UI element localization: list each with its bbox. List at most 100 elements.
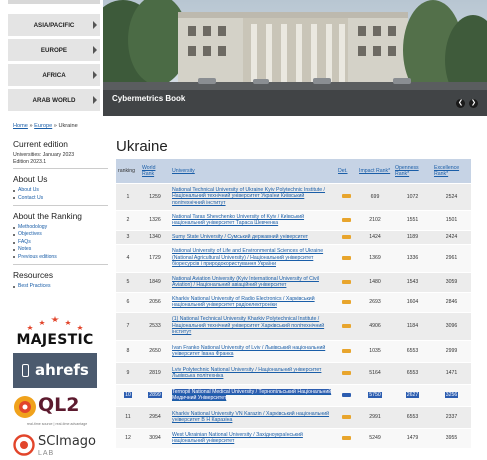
region-item-europe[interactable]: EUROPE: [8, 39, 100, 63]
link-label: Previous editions: [18, 253, 57, 260]
cell-det[interactable]: [336, 340, 357, 363]
column-header-university[interactable]: University: [170, 159, 336, 184]
column-header-impact-rank[interactable]: Impact Rank*: [357, 159, 393, 184]
region-item-africa[interactable]: AFRICA: [8, 64, 100, 88]
cell-ranking: 3: [116, 230, 140, 245]
university-link[interactable]: Ternopil National Medical University / Т…: [170, 384, 336, 407]
cell-ranking: 2: [116, 210, 140, 231]
chevron-left-icon[interactable]: ❮: [456, 99, 465, 108]
page-title: Ukraine: [116, 138, 168, 155]
table-row: 2 1326 National Taras Shevchenko Univers…: [116, 210, 471, 231]
breadcrumb-home-link[interactable]: Home: [13, 123, 28, 129]
current-edition-heading: Current edition: [13, 139, 68, 149]
university-link[interactable]: National University of Life and Environm…: [170, 244, 336, 273]
breadcrumb: Home » Europe » Ukraine: [13, 123, 78, 129]
sidebar-link-about-us[interactable]: About Us: [13, 187, 108, 194]
cell-openness-rank: 1543: [393, 272, 432, 293]
cell-det[interactable]: [336, 272, 357, 293]
details-flag-icon[interactable]: [342, 392, 351, 397]
details-flag-icon[interactable]: [342, 348, 351, 353]
sidebar-link-objectives[interactable]: Objectives: [13, 231, 108, 238]
column-header-world-rank[interactable]: World Rank: [140, 159, 170, 184]
details-flag-icon[interactable]: [342, 279, 351, 284]
university-link[interactable]: Ivan Franko National University of Lviv …: [170, 340, 336, 363]
sidebar-link-faqs[interactable]: FAQs: [13, 239, 108, 246]
cell-det[interactable]: [336, 384, 357, 407]
cell-excellence-rank: 2424: [432, 230, 471, 245]
column-header-openness-rank[interactable]: Openness Rank*: [393, 159, 432, 184]
ql2-logo[interactable]: QL2 real-time source | real-time advanta…: [13, 393, 101, 431]
cell-world-rank: 1849: [140, 272, 170, 293]
sidebar-link-notes[interactable]: Notes: [13, 246, 108, 253]
link-label: Best Practices: [18, 283, 51, 290]
cell-det[interactable]: [336, 210, 357, 231]
cell-impact-rank: 1424: [357, 230, 393, 245]
ranking-table: ranking World Rank University Det. Impac…: [116, 159, 471, 449]
chevron-right-icon: [93, 46, 97, 54]
sidebar-link-best-practices[interactable]: Best Practices: [13, 283, 108, 290]
majestic-logo[interactable]: MAJESTIC: [14, 314, 96, 350]
cell-world-rank: 1340: [140, 230, 170, 245]
details-flag-icon[interactable]: [342, 414, 351, 419]
sidebar-link-previous-editions[interactable]: Previous editions: [13, 254, 108, 261]
cell-det[interactable]: [336, 312, 357, 341]
cell-impact-rank: 5249: [357, 428, 393, 449]
about-us-heading: About Us: [13, 174, 48, 185]
cell-det[interactable]: [336, 183, 357, 211]
details-flag-icon[interactable]: [342, 299, 351, 304]
university-link[interactable]: National Technical University of Ukraine…: [170, 183, 336, 211]
university-link[interactable]: (1) National Technical University Kharki…: [170, 312, 336, 341]
details-flag-icon[interactable]: [342, 435, 351, 440]
university-link[interactable]: Lviv Polytechnic National University / Н…: [170, 362, 336, 385]
details-flag-icon[interactable]: [342, 255, 351, 260]
resources-list: Best Practices: [13, 283, 108, 290]
details-flag-icon[interactable]: [342, 370, 351, 375]
table-row: 4 1729 National University of Life and E…: [116, 244, 471, 273]
cell-impact-rank: 2102: [357, 210, 393, 231]
cell-det[interactable]: [336, 230, 357, 245]
details-flag-icon[interactable]: [342, 194, 351, 199]
cell-ranking: 4: [116, 244, 140, 273]
table-row: 1 1259 National Technical University of …: [116, 183, 471, 211]
table-row: 11 2954 Kharkiv National University VN K…: [116, 406, 471, 429]
region-item-asia-pacific[interactable]: ASIA/PACIFIC: [8, 14, 100, 38]
cell-excellence-rank: 2337: [432, 406, 471, 429]
cell-impact-rank: 1480: [357, 272, 393, 293]
cell-det[interactable]: [336, 406, 357, 429]
details-flag-icon[interactable]: [342, 323, 351, 328]
details-flag-icon[interactable]: [342, 217, 351, 222]
sidebar-link-methodology[interactable]: Methodology: [13, 224, 108, 231]
majestic-wordmark: MAJESTIC: [16, 332, 94, 348]
cell-excellence-rank: 3059: [432, 272, 471, 293]
cell-det[interactable]: [336, 428, 357, 449]
breadcrumb-europe-link[interactable]: Europe: [34, 123, 52, 129]
cell-det[interactable]: [336, 292, 357, 313]
university-link[interactable]: National Aviation University (Kyiv Inter…: [170, 272, 336, 293]
banner-carousel[interactable]: Cybermetrics Book ❮ ❯: [103, 0, 487, 116]
chevron-right-icon[interactable]: ❯: [469, 99, 478, 108]
university-link[interactable]: Sumy State University / Сумський державн…: [170, 230, 336, 245]
cell-det[interactable]: [336, 362, 357, 385]
chevron-right-icon: [93, 21, 97, 29]
university-link[interactable]: Kharkiv National University VN Karazin /…: [170, 406, 336, 429]
details-flag-icon[interactable]: [342, 234, 351, 239]
region-item-arab-world[interactable]: ARAB WORLD: [8, 89, 100, 113]
column-header-det[interactable]: Det.: [336, 159, 357, 184]
column-header-ranking: ranking: [116, 159, 140, 184]
region-menu-top-item[interactable]: [8, 0, 100, 4]
university-link[interactable]: Kharkiv National University of Radio Ele…: [170, 292, 336, 313]
ahrefs-logo[interactable]: ahrefs: [13, 353, 97, 388]
resources-heading: Resources: [13, 270, 54, 281]
cell-det[interactable]: [336, 244, 357, 273]
cell-excellence-rank: 2524: [432, 183, 471, 211]
column-header-excellence-rank[interactable]: Excellence Rank*: [432, 159, 471, 184]
sidebar-link-contact-us[interactable]: Contact Us: [13, 195, 108, 202]
cell-ranking: 5: [116, 272, 140, 293]
university-link[interactable]: National Taras Shevchenko University of …: [170, 210, 336, 231]
divider: [13, 205, 108, 206]
university-link[interactable]: West Ukrainian National University / Зах…: [170, 428, 336, 449]
table-row: 5 1849 National Aviation University (Kyi…: [116, 272, 471, 293]
scimago-logo[interactable]: SCImago LAB: [13, 432, 103, 460]
scimago-mark-icon: [13, 434, 35, 456]
link-label: About Us: [18, 187, 39, 194]
